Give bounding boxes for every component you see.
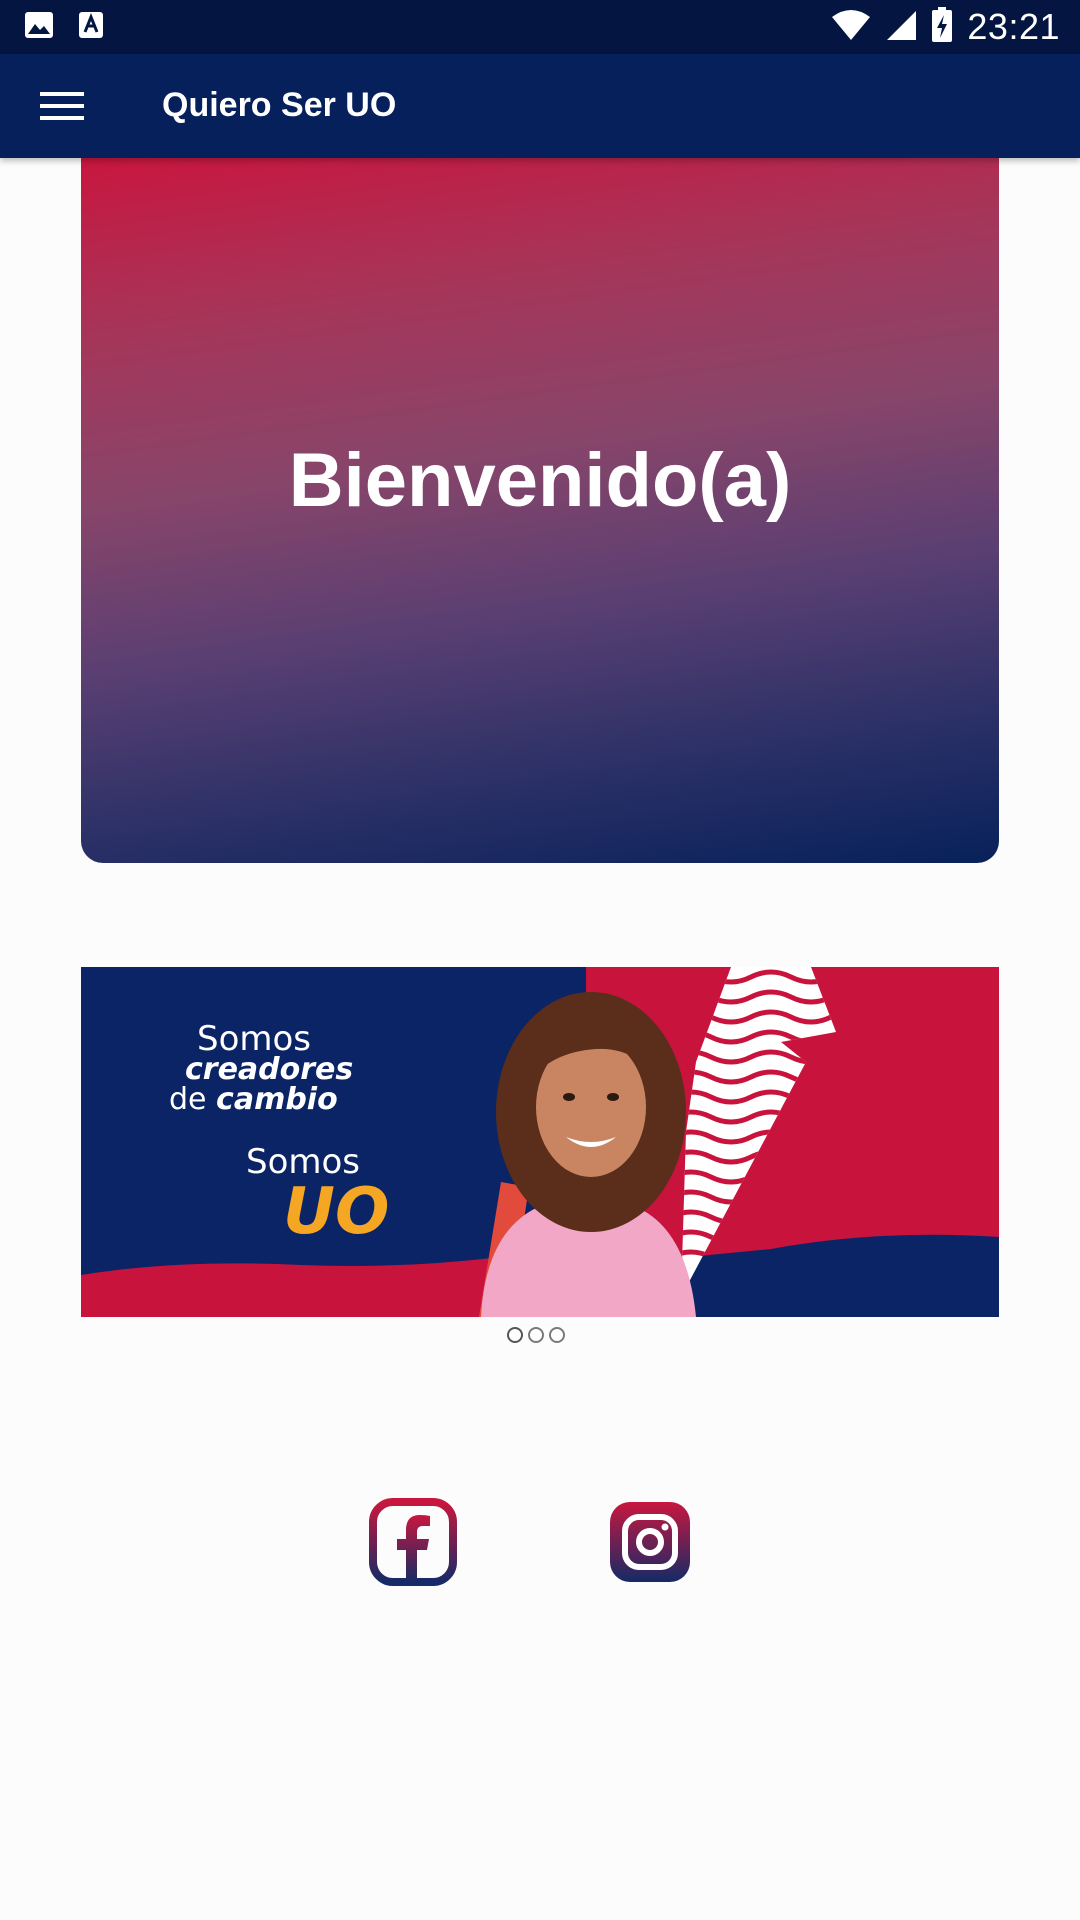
facebook-button[interactable]	[369, 1498, 457, 1586]
carousel-indicator	[507, 1327, 565, 1343]
image-icon	[24, 11, 54, 43]
carousel-dot-3[interactable]	[549, 1327, 565, 1343]
welcome-card: Bienvenido(a)	[81, 158, 999, 863]
battery-charging-icon	[931, 7, 953, 47]
status-bar: 23:21	[0, 0, 1080, 54]
menu-icon	[40, 92, 84, 120]
wifi-icon	[831, 9, 871, 45]
instagram-button[interactable]	[606, 1498, 694, 1586]
status-system: 23:21	[831, 0, 1060, 54]
status-time: 23:21	[967, 6, 1060, 47]
app-bar: Quiero Ser UO	[0, 54, 1080, 158]
text-a-icon	[78, 11, 104, 43]
banner-brand: UO	[283, 1175, 390, 1249]
banner-line-3-prefix: de	[169, 1082, 217, 1117]
facebook-icon	[369, 1498, 457, 1586]
carousel-dot-1[interactable]	[507, 1327, 523, 1343]
banner-line-3: de cambio	[169, 1082, 338, 1117]
signal-icon	[885, 9, 917, 45]
welcome-text: Bienvenido(a)	[288, 438, 792, 523]
status-notifications	[24, 10, 104, 44]
carousel-dot-2[interactable]	[528, 1327, 544, 1343]
menu-button[interactable]	[30, 78, 94, 134]
banner-line-3-emphasis: cambio	[216, 1082, 338, 1117]
instagram-icon	[610, 1502, 690, 1582]
app-title: Quiero Ser UO	[162, 86, 397, 124]
banner-carousel[interactable]: Somos creadores de cambio Somos UO	[81, 967, 999, 1317]
